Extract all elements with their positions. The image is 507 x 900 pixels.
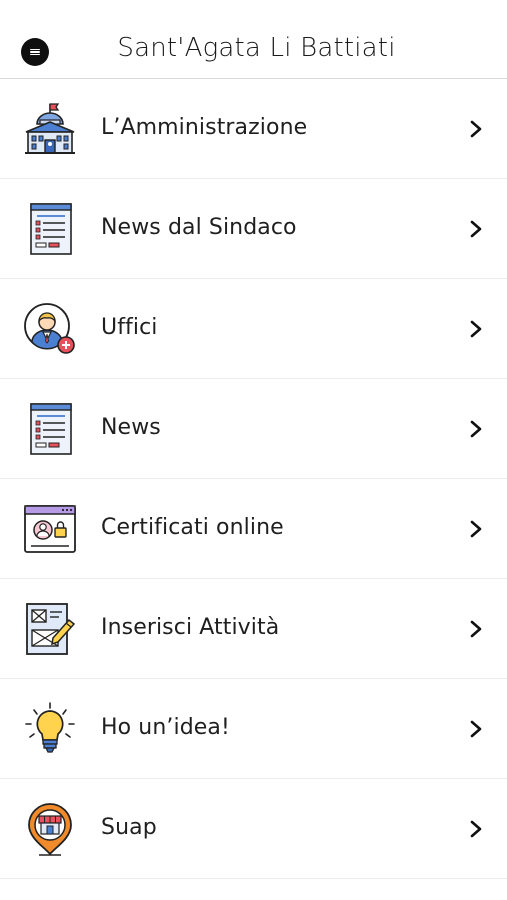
top-app-bar: Sant'Agata Li Battiati [0,0,507,79]
menu-item-inserisci-attivita[interactable]: Inserisci Attività [0,579,507,679]
menu-item-uffici[interactable]: Uffici [0,279,507,379]
menu-item-news[interactable]: News [0,379,507,479]
menu-item-news-dal-sindaco[interactable]: News dal Sindaco [0,179,507,279]
chevron-right-icon [469,320,483,338]
news-document-icon [23,402,77,456]
town-hall-icon [23,102,77,156]
app-screen: Sant'Agata Li Battiati L’Amministrazione… [0,0,507,900]
menu-item-label: Uffici [101,315,158,340]
chevron-right-icon [469,520,483,538]
menu-item-certificati-online[interactable]: Certificati online [0,479,507,579]
chevron-right-icon [469,120,483,138]
page-title: Sant'Agata Li Battiati [117,33,396,63]
menu-item-label: Ho un’idea! [101,715,230,740]
menu-item-label: News dal Sindaco [101,215,297,240]
menu-item-ho-un-idea[interactable]: Ho un’idea! [0,679,507,779]
news-document-icon [23,202,77,256]
edit-form-icon [23,602,77,656]
office-user-icon [23,302,77,356]
chevron-right-icon [469,620,483,638]
menu-item-label: Certificati online [101,515,284,540]
menu-item-suap[interactable]: Suap [0,779,507,879]
menu-list: L’Amministrazione News dal Sindaco Uffic… [0,79,507,879]
menu-item-label: News [101,415,161,440]
chevron-right-icon [469,220,483,238]
shop-location-icon [23,802,77,856]
secure-certificate-icon [23,502,77,556]
menu-item-label: L’Amministrazione [101,115,308,140]
chevron-right-icon [469,720,483,738]
menu-item-label: Suap [101,815,157,840]
chevron-right-icon [469,420,483,438]
menu-item-label: Inserisci Attività [101,615,280,640]
lightbulb-icon [23,702,77,756]
chevron-right-icon [469,820,483,838]
menu-item-amministrazione[interactable]: L’Amministrazione [0,79,507,179]
